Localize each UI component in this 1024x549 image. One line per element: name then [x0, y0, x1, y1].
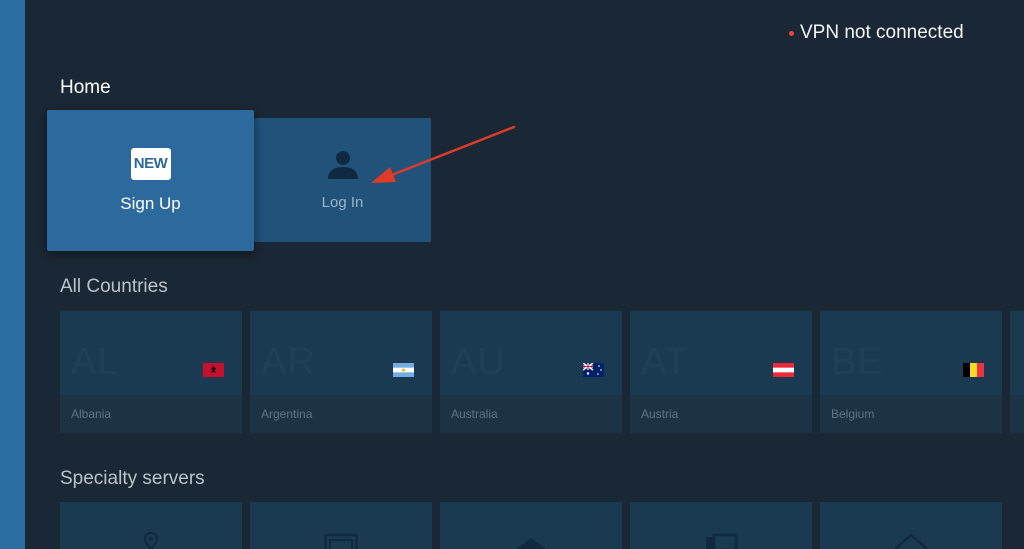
log-in-label: Log In	[321, 193, 364, 211]
country-code: AL	[71, 341, 120, 383]
tv-screen-icon	[706, 533, 738, 549]
country-code: AR	[261, 341, 316, 383]
card-footer	[1010, 395, 1024, 433]
new-badge-icon: NEW	[130, 147, 171, 180]
status-dot-icon	[789, 30, 794, 36]
country-code: BE	[831, 341, 884, 383]
all-countries-title: All Countries	[60, 276, 168, 297]
country-code: AU	[451, 341, 506, 383]
home-roof-icon	[516, 538, 546, 549]
card-footer: Australia	[440, 395, 622, 433]
albania-flag-icon	[203, 363, 224, 377]
vpn-status: VPN not connected	[789, 21, 964, 45]
sign-up-tile[interactable]: NEW Sign Up	[47, 110, 254, 251]
country-card-belgium[interactable]: BE Belgium	[820, 311, 1002, 433]
country-name: Australia	[451, 407, 498, 421]
australia-flag-icon	[583, 363, 604, 377]
country-name: Albania	[71, 407, 112, 421]
country-name: Argentina	[261, 407, 313, 421]
sign-up-label: Sign Up	[120, 193, 181, 213]
country-card-austria[interactable]: AT Austria	[630, 311, 812, 433]
log-in-tile[interactable]: Log In	[254, 118, 431, 242]
location-pin-icon	[143, 532, 159, 549]
country-card-albania[interactable]: AL Albania	[60, 311, 242, 433]
specialty-card-home[interactable]	[440, 502, 622, 549]
specialty-servers-title: Specialty servers	[60, 468, 205, 489]
specialty-card-streaming[interactable]	[630, 502, 812, 549]
card-footer: Belgium	[820, 395, 1002, 433]
specialty-card-browser[interactable]	[250, 502, 432, 549]
country-card-argentina[interactable]: AR Argentina	[250, 311, 432, 433]
specialty-card-location[interactable]	[60, 502, 242, 549]
specialty-card-router[interactable]	[820, 502, 1002, 549]
country-card-partial[interactable]	[1010, 311, 1024, 433]
app-screen: VPN not connected Home NEW Sign Up Log I…	[0, 0, 1024, 549]
austria-flag-icon	[773, 363, 794, 377]
card-footer: Argentina	[250, 395, 432, 433]
home-title: Home	[60, 77, 111, 98]
browser-window-icon	[324, 533, 358, 549]
user-icon	[327, 150, 358, 179]
router-icon	[894, 533, 928, 549]
country-code: AT	[641, 341, 689, 383]
argentina-flag-icon	[393, 363, 414, 377]
vpn-status-text: VPN not connected	[800, 22, 964, 43]
card-footer: Albania	[60, 395, 242, 433]
country-name: Austria	[641, 407, 679, 421]
sidebar-strip[interactable]	[0, 0, 25, 549]
country-card-australia[interactable]: AU Australia	[440, 311, 622, 433]
country-name: Belgium	[831, 407, 875, 421]
belgium-flag-icon	[963, 363, 984, 377]
card-footer: Austria	[630, 395, 812, 433]
